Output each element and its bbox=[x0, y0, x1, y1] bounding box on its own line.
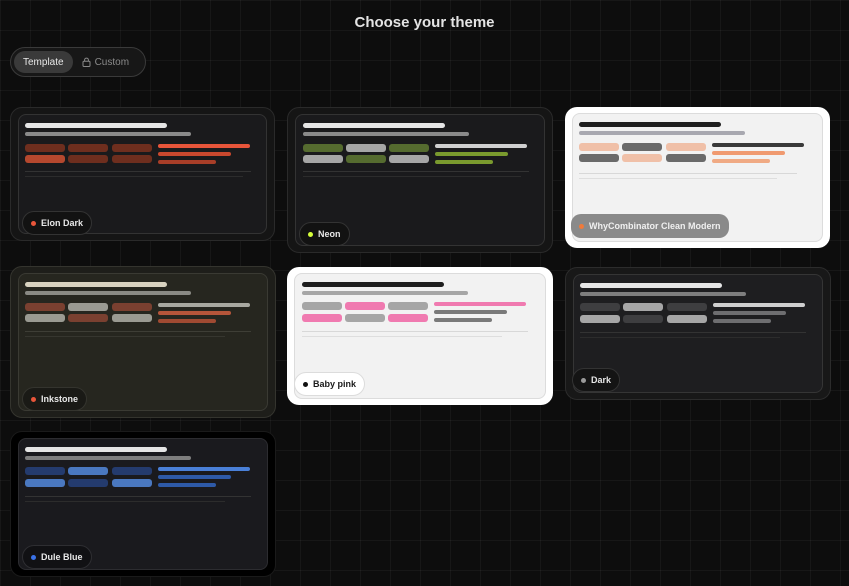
theme-dot-icon bbox=[31, 396, 36, 402]
tab-template-label: Template bbox=[23, 56, 64, 68]
tab-custom[interactable]: Custom bbox=[73, 51, 138, 73]
theme-dot-icon bbox=[581, 377, 586, 383]
tab-custom-label: Custom bbox=[94, 56, 130, 68]
theme-label: Neon bbox=[299, 222, 350, 246]
theme-card-dule-blue[interactable]: Dule Blue bbox=[10, 431, 276, 577]
theme-name: Dark bbox=[591, 375, 612, 385]
page-title: Choose your theme bbox=[354, 14, 495, 31]
theme-name: Neon bbox=[318, 229, 341, 239]
theme-card-inkstone[interactable]: Inkstone bbox=[10, 266, 276, 418]
theme-dot-icon bbox=[308, 231, 313, 237]
theme-name: Elon Dark bbox=[41, 218, 84, 228]
tab-template[interactable]: Template bbox=[14, 51, 73, 73]
theme-card-whycombinator[interactable]: WhyCombinator Clean Modern bbox=[565, 107, 830, 248]
theme-card-neon[interactable]: Neon bbox=[287, 107, 553, 253]
theme-source-tabs: Template Custom bbox=[10, 47, 146, 77]
theme-name: Dule Blue bbox=[41, 552, 83, 562]
theme-card-elon-dark[interactable]: Elon Dark bbox=[10, 107, 275, 241]
theme-name: WhyCombinator Clean Modern bbox=[589, 221, 721, 231]
theme-label: WhyCombinator Clean Modern bbox=[571, 214, 729, 238]
lock-icon bbox=[82, 57, 91, 67]
theme-label: Dule Blue bbox=[22, 545, 92, 569]
theme-label: Baby pink bbox=[294, 372, 366, 396]
theme-card-dark[interactable]: Dark bbox=[565, 267, 831, 400]
theme-name: Baby pink bbox=[313, 379, 357, 389]
theme-dot-icon bbox=[303, 381, 308, 387]
theme-label: Inkstone bbox=[22, 387, 88, 411]
theme-dot-icon bbox=[31, 220, 36, 226]
theme-name: Inkstone bbox=[41, 394, 79, 404]
theme-dot-icon bbox=[31, 554, 36, 560]
theme-label: Elon Dark bbox=[22, 211, 93, 235]
theme-label: Dark bbox=[572, 368, 621, 392]
theme-dot-icon bbox=[579, 223, 584, 229]
theme-card-baby-pink[interactable]: Baby pink bbox=[287, 267, 553, 405]
